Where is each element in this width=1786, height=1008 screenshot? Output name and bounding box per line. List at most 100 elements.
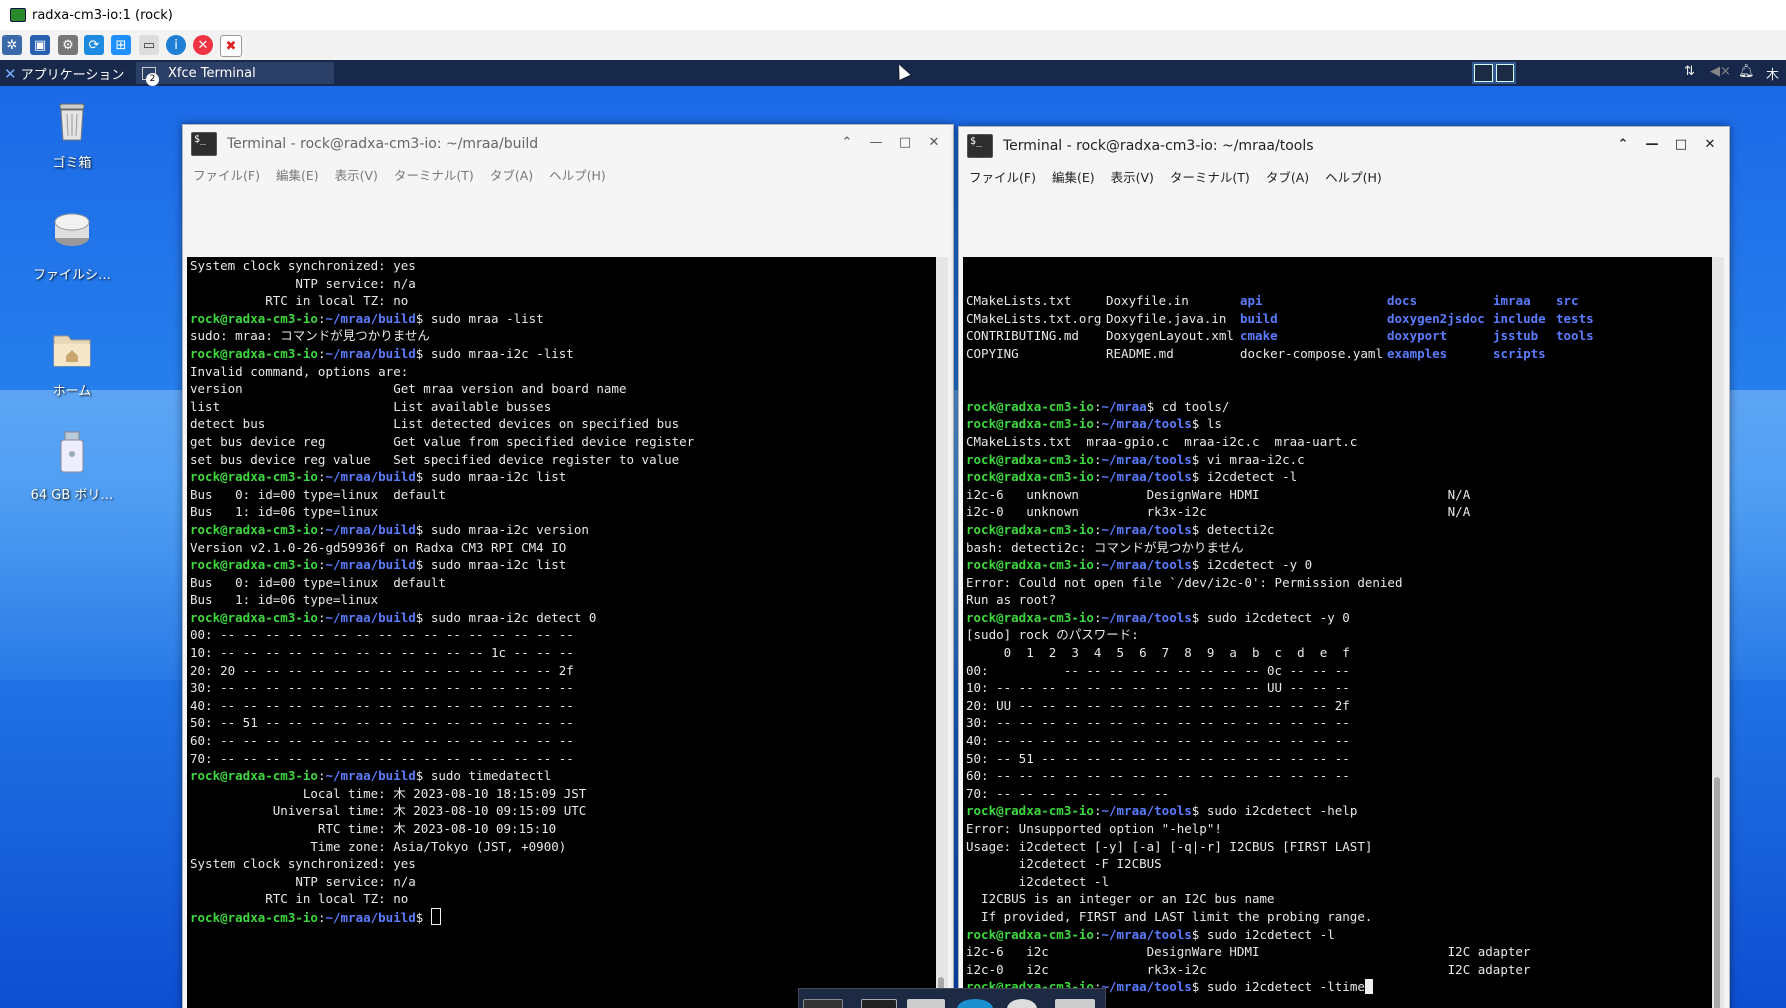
maximize-button[interactable]: □ xyxy=(1672,136,1690,154)
file-entry: docker-compose.yaml xyxy=(1240,345,1383,361)
notification-bell-icon[interactable]: 🔔︎ xyxy=(1738,64,1755,79)
desktop-icon-filesystem[interactable]: ファイルシ… xyxy=(17,210,127,283)
terminal-output[interactable]: CMakeLists.txt Doxyfile.in api docs imraa src… xyxy=(963,257,1716,1008)
output-line: System clock synchronized: yes xyxy=(190,856,416,872)
dock-terminal-icon[interactable] xyxy=(861,999,897,1008)
terminal-window-tools[interactable]: $_ Terminal - rock@radxa-cm3-io: ~/mraa/… xyxy=(958,126,1730,1008)
prompt-dollar: $ xyxy=(415,345,431,361)
close-red-icon[interactable]: ✕ xyxy=(193,35,213,55)
menu-help[interactable]: ヘルプ(H) xyxy=(1325,167,1382,186)
prompt-path: ~/mraa/build xyxy=(325,557,416,573)
text-cursor xyxy=(430,907,441,925)
menu-tabs[interactable]: タブ(A) xyxy=(490,165,533,184)
menu-view[interactable]: 表示(V) xyxy=(335,165,378,184)
prompt-path: ~/mraa/tools xyxy=(1101,521,1192,537)
maximize-button[interactable]: □ xyxy=(896,134,914,152)
file-entry: CMakeLists.txt xyxy=(966,293,1072,309)
dock-show-desktop-icon[interactable] xyxy=(803,999,843,1008)
output-line: set bus device reg value Set specified d… xyxy=(190,451,680,467)
prompt-dollar: $ xyxy=(415,609,431,625)
menu-edit[interactable]: 編集(E) xyxy=(1052,167,1095,186)
prompt-dollar: $ xyxy=(1146,398,1162,414)
workspace-2[interactable] xyxy=(1495,64,1514,82)
directory-entry: include xyxy=(1493,310,1546,326)
file-entry: README.md xyxy=(1106,345,1174,361)
gear-icon[interactable]: ⚙ xyxy=(58,35,78,55)
terminal-icon[interactable]: ▭ xyxy=(139,35,159,55)
desktop-icon-volume[interactable]: 64 GB ボリ… xyxy=(17,430,127,503)
prompt-path: ~/mraa/tools xyxy=(1101,609,1192,625)
desktop-icon-label: ゴミ箱 xyxy=(52,156,92,171)
prompt-path: ~/mraa xyxy=(1101,398,1147,414)
terminal-window-build[interactable]: $_ Terminal - rock@radxa-cm3-io: ~/mraa/… xyxy=(182,124,954,1008)
minimize-button[interactable]: — xyxy=(867,134,885,152)
window-titlebar[interactable]: $_ Terminal - rock@radxa-cm3-io: ~/mraa/… xyxy=(183,125,953,163)
refresh-icon[interactable]: ⟳ xyxy=(84,35,104,55)
disconnect-icon[interactable]: ✖ xyxy=(220,35,242,57)
close-button[interactable]: ✕ xyxy=(925,134,943,152)
command-text: sudo timedatectl xyxy=(430,768,552,784)
output-line: NTP service: n/a xyxy=(190,275,416,291)
scrollbar[interactable] xyxy=(936,257,948,1008)
network-icon[interactable]: ⇅ xyxy=(1684,64,1695,79)
output-line: bash: detecti2c: コマンドが見つかりません xyxy=(966,539,1244,555)
fullscreen-icon[interactable]: ▣ xyxy=(30,35,50,55)
prompt-user: rock@radxa-cm3-io xyxy=(966,803,1094,819)
command-text: sudo i2cdetect -y 0 xyxy=(1206,609,1350,625)
prompt-line: rock@radxa-cm3-io:~/mraa/build$ sudo mra… xyxy=(190,310,937,328)
output-line: 50: -- 51 -- -- -- -- -- -- -- -- -- -- … xyxy=(966,750,1350,766)
terminal-output[interactable]: System clock synchronized: yes NTP servi… xyxy=(187,257,940,1008)
prompt-line: rock@radxa-cm3-io:~/mraa/tools$ ls xyxy=(966,415,1713,433)
prompt-user: rock@radxa-cm3-io xyxy=(966,469,1094,485)
dock-browser-icon[interactable] xyxy=(957,999,993,1008)
prompt-path: ~/mraa/build xyxy=(325,310,416,326)
desktop-icon-trash[interactable]: ゴミ箱 xyxy=(17,98,127,171)
top-panel: ✕ アプリケーション ⋮ Xfce Terminal 2 ⇅ ◀× 🔔︎ 木 xyxy=(0,60,1786,86)
dock-file-manager-icon[interactable] xyxy=(907,999,945,1008)
prompt-user: rock@radxa-cm3-io xyxy=(190,909,318,925)
menu-tabs[interactable]: タブ(A) xyxy=(1266,167,1309,186)
menu-file[interactable]: ファイル(F) xyxy=(969,167,1036,186)
windows-icon[interactable]: ⊞ xyxy=(111,35,131,55)
workspace-switcher[interactable] xyxy=(1472,62,1516,84)
shade-button[interactable]: ⌃ xyxy=(1614,136,1632,154)
dock-search-icon[interactable] xyxy=(1007,999,1037,1008)
dock-folder-icon[interactable] xyxy=(1055,999,1095,1008)
info-icon[interactable]: i xyxy=(166,35,186,55)
desktop-icon-home[interactable]: ホーム xyxy=(17,326,127,399)
prompt-user: rock@radxa-cm3-io xyxy=(190,469,318,485)
workspace-1[interactable] xyxy=(1474,64,1493,82)
window-titlebar[interactable]: $_ Terminal - rock@radxa-cm3-io: ~/mraa/… xyxy=(959,127,1729,165)
prompt-line: rock@radxa-cm3-io:~/mraa/build$ sudo mra… xyxy=(190,345,937,363)
file-entry: CMakeLists.txt.org xyxy=(966,310,1102,326)
ls-row: COPYING README.md docker-compose.yaml examp… xyxy=(966,345,1713,363)
menu-file[interactable]: ファイル(F) xyxy=(193,165,260,184)
directory-entry: imraa xyxy=(1493,293,1531,309)
clock[interactable]: 木 xyxy=(1766,64,1779,83)
menu-view[interactable]: 表示(V) xyxy=(1111,167,1154,186)
scrollbar-thumb[interactable] xyxy=(1714,777,1720,1008)
prompt-dollar: $ xyxy=(1191,451,1207,467)
scrollbar[interactable] xyxy=(1712,257,1724,1008)
menu-terminal[interactable]: ターミナル(T) xyxy=(394,165,474,184)
prompt-line: rock@radxa-cm3-io:~/mraa/build$ sudo mra… xyxy=(190,468,937,486)
shade-button[interactable]: ⌃ xyxy=(838,134,856,152)
prompt-user: rock@radxa-cm3-io xyxy=(190,609,318,625)
output-line: Run as root? xyxy=(966,592,1057,608)
volume-muted-icon[interactable]: ◀× xyxy=(1710,64,1731,79)
prompt-path: ~/mraa/build xyxy=(325,345,416,361)
output-line: i2cdetect -l xyxy=(966,873,1109,889)
taskbar-xfce-terminal[interactable]: Xfce Terminal xyxy=(136,62,334,84)
directory-entry: tests xyxy=(1556,310,1594,326)
applications-menu[interactable]: ✕ アプリケーション ⋮ xyxy=(4,64,143,84)
command-text: ls xyxy=(1206,416,1222,432)
file-entry: Doxyfile.java.in xyxy=(1106,310,1227,326)
settings-icon[interactable]: ✲ xyxy=(2,35,22,55)
output-line: 40: -- -- -- -- -- -- -- -- -- -- -- -- … xyxy=(190,697,574,713)
menu-terminal[interactable]: ターミナル(T) xyxy=(1170,167,1250,186)
applications-menu-label: アプリケーション xyxy=(20,68,125,83)
menu-edit[interactable]: 編集(E) xyxy=(276,165,319,184)
close-button[interactable]: ✕ xyxy=(1701,136,1719,154)
menu-help[interactable]: ヘルプ(H) xyxy=(549,165,606,184)
minimize-button[interactable]: — xyxy=(1643,136,1661,154)
